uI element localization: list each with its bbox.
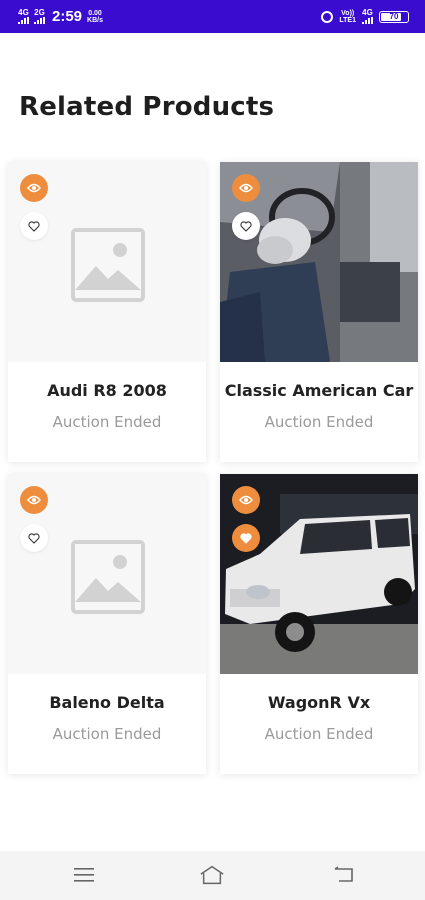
alarm-icon [321, 10, 334, 23]
home-button[interactable] [199, 863, 225, 887]
network-label: 4G [18, 8, 29, 17]
eye-icon [239, 183, 253, 193]
heart-icon [240, 532, 252, 544]
eye-icon [27, 183, 41, 193]
auction-status: Auction Ended [52, 413, 162, 431]
signal-2g: 2G [34, 9, 45, 24]
product-name[interactable]: WagonR Vx [220, 693, 418, 712]
signal-bars-icon [34, 17, 45, 24]
product-card[interactable]: Baleno Delta Auction Ended [8, 474, 206, 774]
signal-4g-2: 4G [362, 9, 373, 24]
wishlist-button[interactable] [232, 212, 260, 240]
menu-icon [74, 868, 94, 882]
auction-status: Auction Ended [264, 413, 374, 431]
product-card[interactable]: Classic American Car Auction Ended [220, 162, 418, 462]
auction-status: Auction Ended [264, 725, 374, 743]
quick-view-button[interactable] [20, 174, 48, 202]
network-speed: 0.00 KB/s [87, 10, 103, 24]
quick-view-button[interactable] [20, 486, 48, 514]
auction-status: Auction Ended [52, 725, 162, 743]
battery-level: 70 [389, 12, 399, 21]
network-label: 4G [362, 8, 373, 17]
status-bar: 4G 2G 2:59 0.00 KB/s Vo)) LTE1 4G 70 [0, 0, 425, 33]
eye-icon [239, 495, 253, 505]
home-icon [200, 865, 224, 885]
page-title: Related Products [19, 92, 275, 122]
status-right: Vo)) LTE1 4G 70 [321, 0, 409, 33]
network-label: 2G [34, 8, 45, 17]
product-card[interactable]: Audi R8 2008 Auction Ended [8, 162, 206, 462]
speed-value: 0.00 [88, 9, 102, 17]
product-card[interactable]: WagonR Vx Auction Ended [220, 474, 418, 774]
quick-view-button[interactable] [232, 486, 260, 514]
signal-bars-icon [18, 17, 29, 24]
wishlist-button[interactable] [20, 212, 48, 240]
product-name[interactable]: Classic American Car [220, 381, 418, 400]
product-name[interactable]: Baleno Delta [8, 693, 206, 712]
lte-label: LTE1 [339, 16, 356, 24]
signal-4g: 4G [18, 9, 29, 24]
menu-button[interactable] [71, 863, 97, 887]
heart-icon [240, 220, 252, 232]
back-icon [334, 866, 353, 882]
back-button[interactable] [330, 863, 356, 887]
clock: 2:59 [52, 8, 83, 25]
signal-bars-icon [362, 17, 373, 24]
heart-icon [28, 220, 40, 232]
eye-icon [27, 495, 41, 505]
volte-label: Vo)) [341, 9, 355, 17]
volte-indicator: Vo)) LTE1 [339, 10, 356, 24]
quick-view-button[interactable] [232, 174, 260, 202]
status-left: 4G 2G 2:59 0.00 KB/s [18, 0, 103, 33]
wishlist-button[interactable] [20, 524, 48, 552]
system-navigation-bar [0, 851, 425, 900]
speed-unit: KB/s [87, 16, 103, 24]
product-name[interactable]: Audi R8 2008 [8, 381, 206, 400]
wishlist-button[interactable] [232, 524, 260, 552]
heart-icon [28, 532, 40, 544]
battery-icon: 70 [379, 10, 409, 23]
